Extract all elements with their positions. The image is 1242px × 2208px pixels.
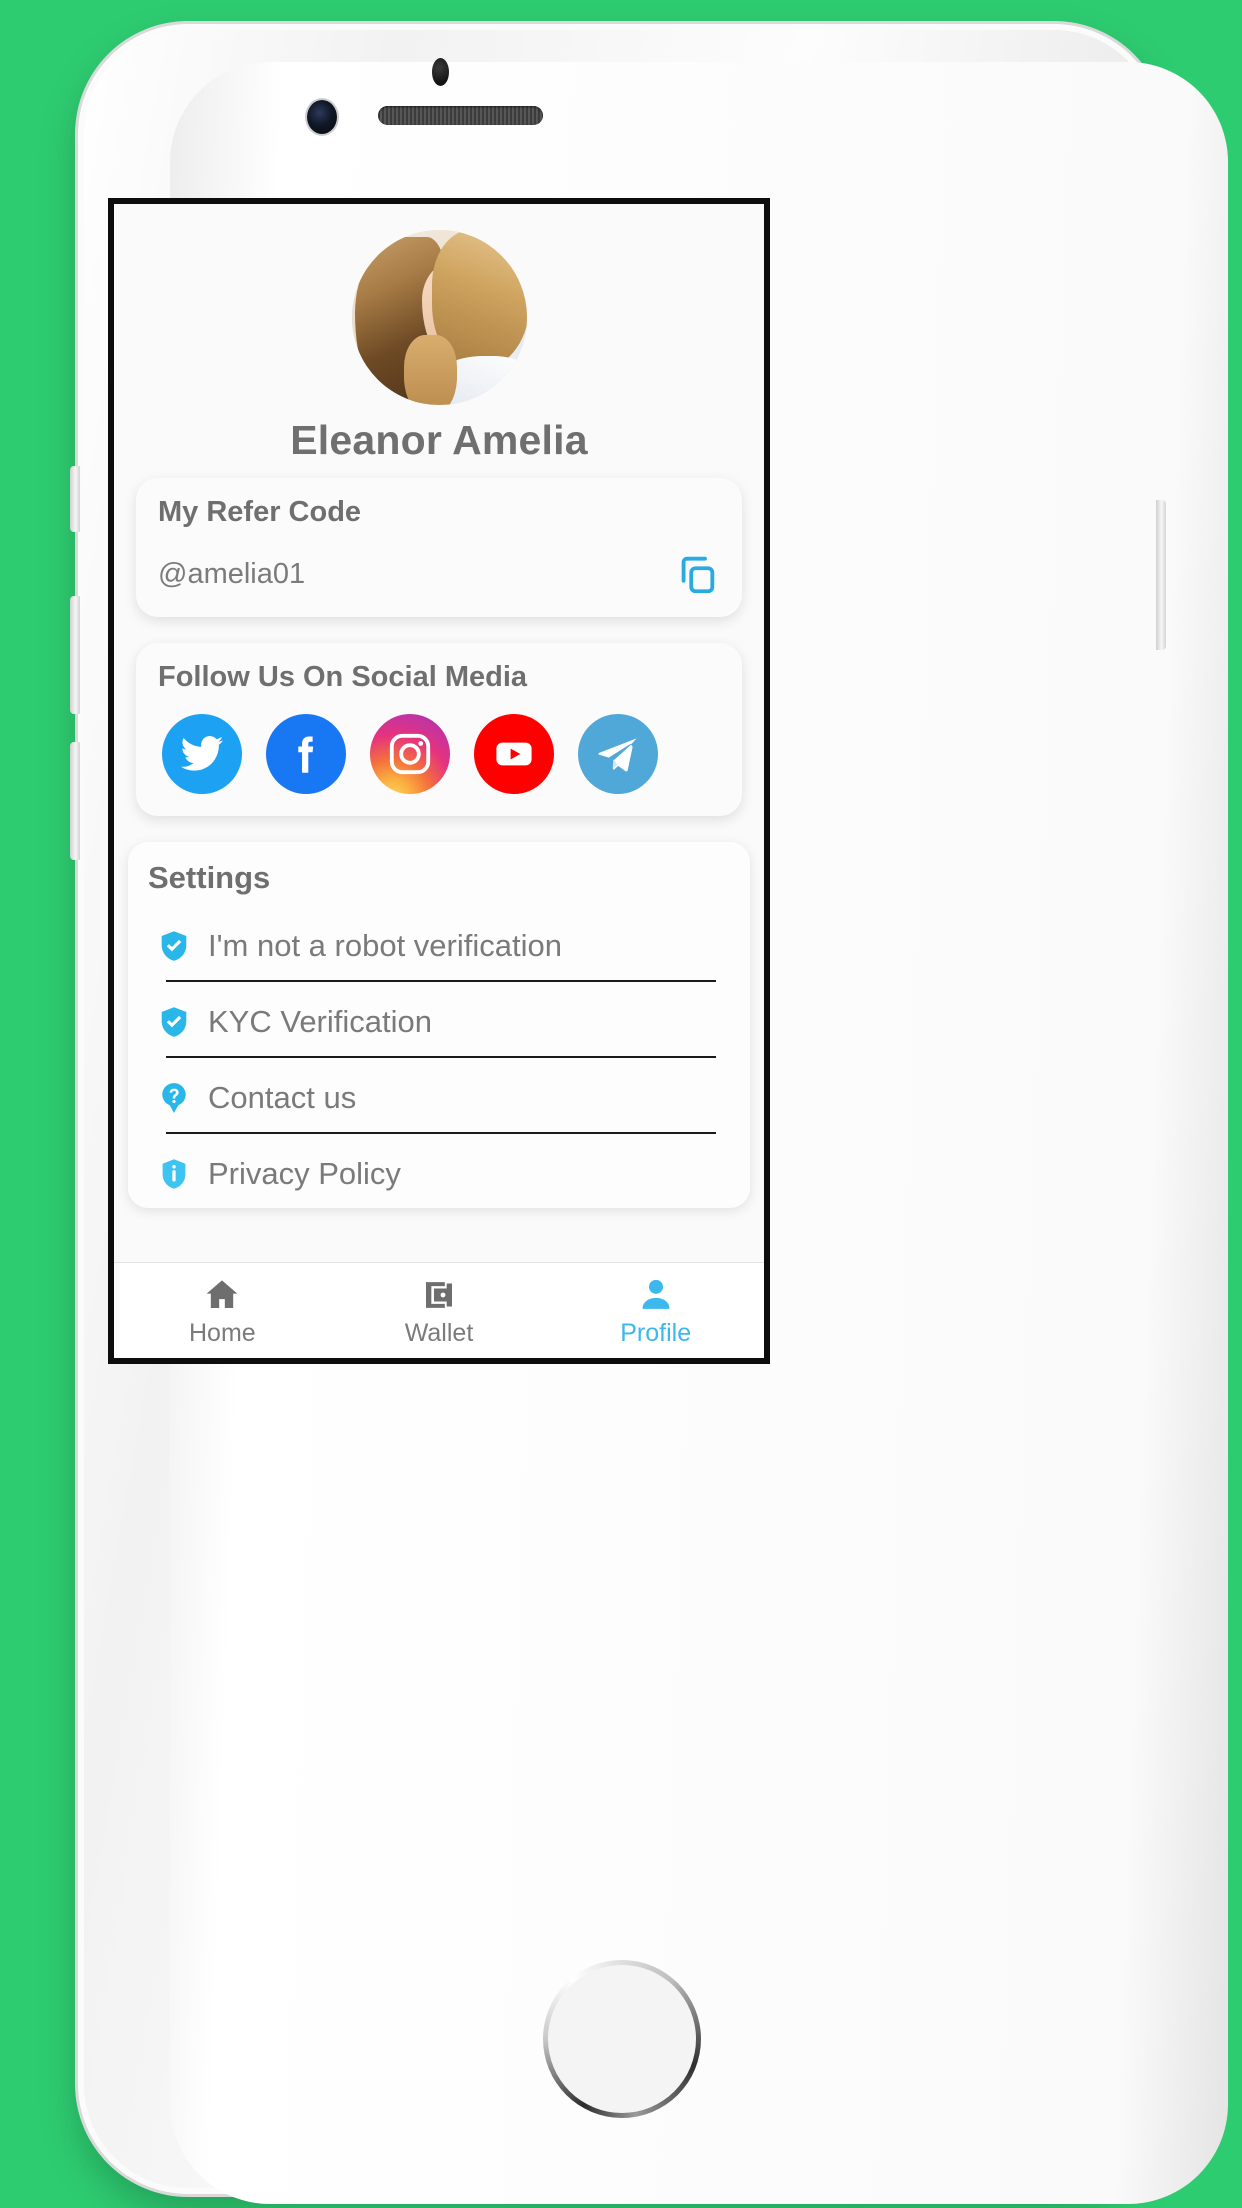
person-icon	[636, 1275, 676, 1315]
refer-code-card: My Refer Code @amelia01	[136, 478, 742, 617]
shield-check-icon	[156, 928, 192, 964]
volume-up-button[interactable]	[70, 596, 80, 714]
settings-item-label: KYC Verification	[208, 1004, 432, 1039]
social-media-title: Follow Us On Social Media	[158, 661, 527, 693]
app-screen: Eleanor Amelia My Refer Code @amelia01 F…	[114, 204, 764, 1358]
silent-switch-button[interactable]	[70, 466, 80, 532]
social-media-card: Follow Us On Social Media	[136, 643, 742, 816]
nav-item-label: Profile	[620, 1319, 692, 1347]
phone-screen-bezel: Eleanor Amelia My Refer Code @amelia01 F…	[108, 198, 770, 1364]
facebook-icon[interactable]	[266, 714, 346, 794]
power-button[interactable]	[1156, 500, 1166, 650]
wallet-icon	[419, 1275, 459, 1315]
nav-item-label: Wallet	[404, 1319, 474, 1347]
instagram-icon[interactable]	[370, 714, 450, 794]
bottom-navigation-bar: Home Wallet Profile	[114, 1262, 764, 1358]
shield-info-icon	[156, 1156, 192, 1192]
settings-item-label: Contact us	[208, 1080, 357, 1115]
nav-item-home[interactable]: Home	[114, 1275, 331, 1346]
settings-item-kyc-verification[interactable]: KYC Verification	[148, 982, 730, 1056]
social-icons-row	[158, 714, 720, 794]
home-icon	[202, 1275, 242, 1315]
twitter-icon[interactable]	[162, 714, 242, 794]
nav-item-label: Home	[188, 1319, 256, 1347]
shield-check-icon	[156, 1004, 192, 1040]
settings-item-privacy-policy[interactable]: Privacy Policy	[148, 1134, 730, 1208]
settings-item-robot-verification[interactable]: I'm not a robot verification	[148, 906, 730, 980]
settings-item-contact-us[interactable]: Contact us	[148, 1058, 730, 1132]
refer-code-row: @amelia01	[158, 551, 720, 597]
nav-item-wallet[interactable]: Wallet	[331, 1275, 548, 1346]
settings-card: Settings I'm not a robot verification KY…	[128, 842, 750, 1208]
front-camera-icon	[307, 100, 337, 134]
page-title: Eleanor Amelia	[290, 417, 588, 463]
earpiece-speaker-icon	[378, 106, 543, 125]
avatar[interactable]	[351, 230, 527, 405]
volume-down-button[interactable]	[70, 742, 80, 860]
telegram-icon[interactable]	[578, 714, 658, 794]
profile-header: Eleanor Amelia	[114, 204, 764, 464]
proximity-sensor-icon	[432, 58, 449, 86]
refer-code-title: My Refer Code	[158, 496, 362, 528]
help-question-icon	[156, 1080, 192, 1116]
youtube-icon[interactable]	[474, 714, 554, 794]
nav-item-profile[interactable]: Profile	[547, 1275, 764, 1346]
copy-icon[interactable]	[674, 551, 720, 597]
home-button[interactable]	[543, 1960, 701, 2118]
refer-code-value: @amelia01	[158, 557, 306, 590]
settings-item-label: Privacy Policy	[208, 1156, 401, 1191]
settings-item-label: I'm not a robot verification	[208, 928, 562, 963]
settings-title: Settings	[148, 860, 271, 895]
